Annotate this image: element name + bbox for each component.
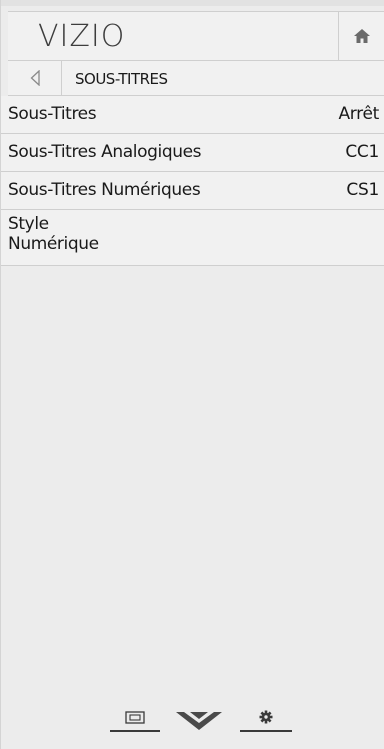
nav-underline [110,730,160,732]
bottom-nav [1,700,384,740]
input-button[interactable] [110,709,160,735]
nav-underline [240,730,292,732]
menu-item-value: CC1 [345,142,379,162]
menu-item-style-numerique[interactable]: Style Numérique [1,210,384,266]
menu-item-label: Sous-Titres Numériques [8,180,201,200]
menu-item-label: Style Numérique [8,214,99,254]
menu-item-label: Sous-Titres Analogiques [8,142,202,162]
menu-item-value: CS1 [346,180,379,200]
vizio-v-icon [176,712,222,730]
back-button[interactable] [8,61,62,95]
menu-item-sous-titres[interactable]: Sous-Titres Arrêt [1,96,384,134]
home-icon [354,29,370,43]
vizio-logo: VIZIO [38,19,126,54]
settings-panel: VIZIO SOUS-TITRES Sous-Titres Arrêt Sous… [0,0,384,749]
header: VIZIO [8,11,384,61]
menu-item-value: Arrêt [338,104,379,124]
home-button[interactable] [338,12,384,60]
breadcrumb-bar: SOUS-TITRES [8,61,384,96]
menu-item-sous-titres-numeriques[interactable]: Sous-Titres Numériques CS1 [1,172,384,210]
menu-item-sous-titres-analogiques[interactable]: Sous-Titres Analogiques CC1 [1,134,384,172]
page-title: SOUS-TITRES [75,70,168,88]
frame-top-edge [1,0,384,6]
settings-button[interactable] [240,709,292,735]
vizio-menu-button[interactable] [174,710,224,734]
menu-list: Sous-Titres Arrêt Sous-Titres Analogique… [1,96,384,266]
menu-item-label: Sous-Titres [8,104,97,124]
back-arrow-icon [30,70,40,86]
